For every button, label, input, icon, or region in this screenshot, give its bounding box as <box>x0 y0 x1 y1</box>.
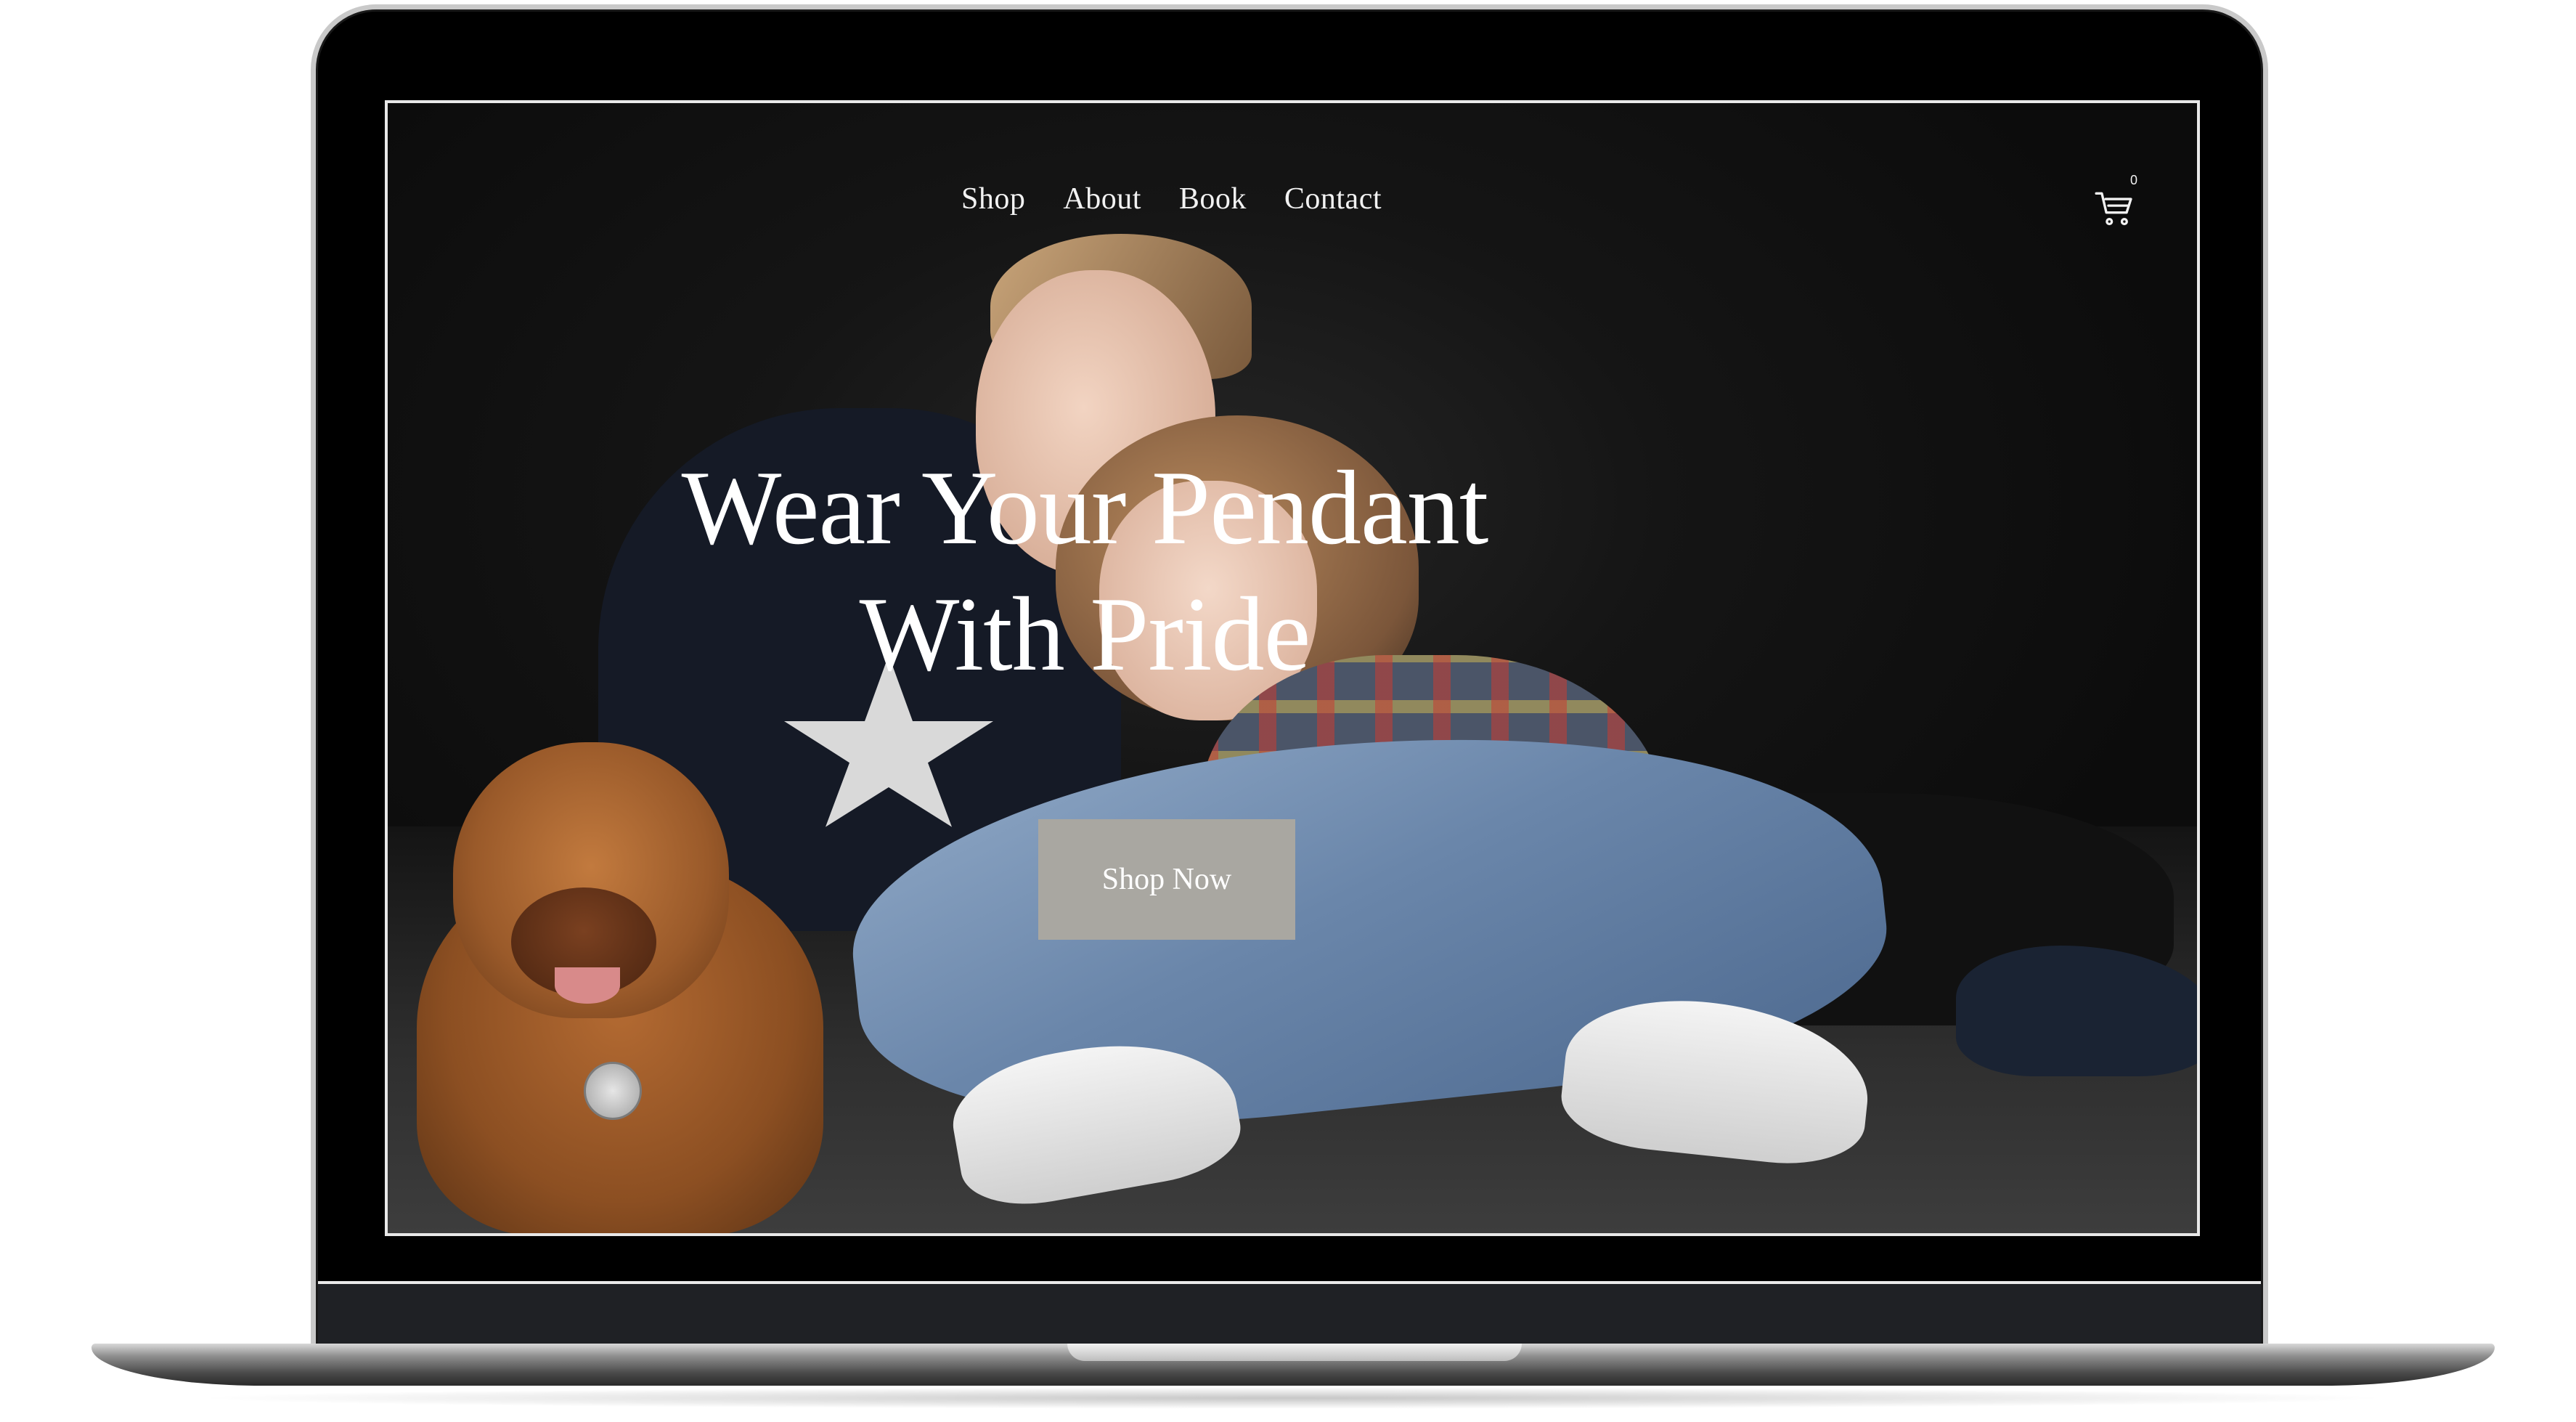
navy-shoe <box>1956 946 2197 1076</box>
hero-title-line1: Wear Your Pendant <box>681 449 1489 566</box>
laptop-notch <box>1067 1344 1522 1361</box>
pendant-tag <box>584 1062 642 1120</box>
cart-icon <box>2095 192 2132 226</box>
hero-title-line2: With Pride <box>859 575 1311 693</box>
laptop-bezel <box>318 1281 2261 1351</box>
cart-button[interactable]: 0 <box>2087 173 2152 238</box>
dog-tongue <box>555 967 620 1004</box>
nav-item-shop[interactable]: Shop <box>961 182 1025 216</box>
nav-item-contact[interactable]: Contact <box>1284 182 1382 216</box>
main-nav: Shop About Book Contact <box>961 182 1382 216</box>
website-screen: Shop About Book Contact 0 Wear Your Pend… <box>385 100 2200 1236</box>
laptop-shadow <box>189 1387 2396 1409</box>
hero-title: Wear Your Pendant With Pride <box>388 444 1782 697</box>
nav-item-about[interactable]: About <box>1063 182 1141 216</box>
nav-item-book[interactable]: Book <box>1179 182 1247 216</box>
shop-now-button[interactable]: Shop Now <box>1038 819 1295 940</box>
